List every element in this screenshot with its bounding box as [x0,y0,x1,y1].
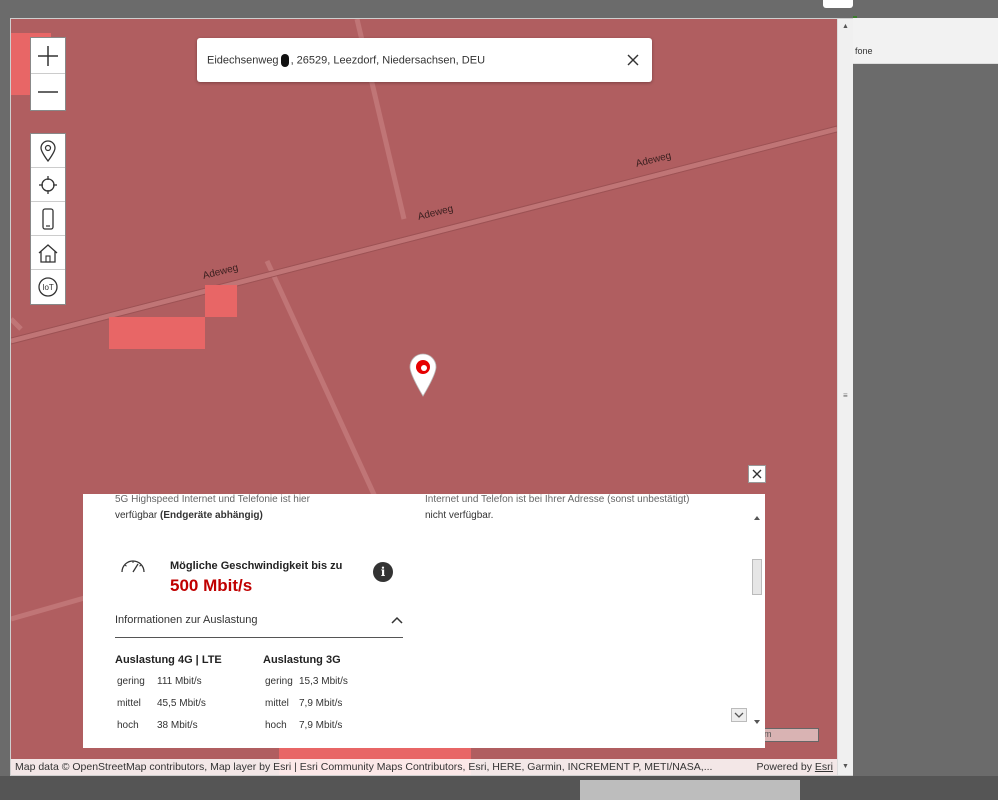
coverage-text-cutoff: 5G Highspeed Internet und Telefonie ist … [115,494,310,505]
load-3g-row: gering 15,3 Mbit/s [265,676,348,687]
minus-icon [38,91,58,93]
coverage-info-popup: 5G Highspeed Internet und Telefonie ist … [83,494,765,748]
load-4g-row: gering 111 Mbit/s [117,676,202,687]
load-3g-row: hoch 7,9 Mbit/s [265,720,343,731]
close-icon [752,469,762,479]
powered-by-label: Powered by [756,761,812,773]
background-page-strip: fone [853,18,998,64]
smartphone-icon [42,207,54,230]
mobile-button[interactable] [31,202,65,236]
device-dependency: (Endgeräte abhängig) [160,510,263,521]
scroll-down-icon [754,720,760,724]
background-button [823,0,853,8]
load-4g-row: hoch 38 Mbit/s [117,720,198,731]
coverage-text-cutoff: Internet und Telefon ist bei Ihrer Adres… [425,494,690,505]
locate-me-button[interactable] [31,168,65,202]
crosshair-icon [39,175,57,194]
home-button[interactable] [31,236,65,270]
iot-button[interactable]: IoT [31,270,65,304]
scroll-grip-icon[interactable]: ≡ [843,391,848,400]
scroll-down-icon[interactable]: ▼ [842,763,849,770]
popup-close-button[interactable] [748,465,766,483]
map-dialog: Adeweg Adeweg Adeweg IoT Eidechsenweg , … [10,18,853,776]
coverage-map[interactable]: Adeweg Adeweg Adeweg IoT Eidechsenweg , … [11,19,837,775]
dialog-scrollbar[interactable]: ▲ ≡ ▼ [837,19,853,775]
load-4g-row: mittel 45,5 Mbit/s [117,698,206,709]
address-street: Eidechsenweg [207,53,279,66]
availability-text: verfügbar [115,510,158,521]
speed-info: Mögliche Geschwindigkeit bis zu 500 Mbit… [120,552,405,598]
location-pin-icon [40,139,56,162]
popup-scroll-down-button[interactable] [731,708,747,722]
popup-scrollbar[interactable] [751,514,763,726]
background-page-bottom [0,776,998,800]
speedometer-icon [121,560,145,573]
iot-icon: IoT [38,277,58,297]
accordion-label: Informationen zur Auslastung [115,613,258,626]
svg-text:IoT: IoT [42,283,54,292]
speed-label: Mögliche Geschwindigkeit bis zu [170,560,343,572]
speed-value: 500 Mbit/s [170,576,253,595]
load-info-accordion[interactable]: Informationen zur Auslastung [115,602,403,638]
load-3g-row: mittel 7,9 Mbit/s [265,698,343,709]
info-icon[interactable]: i [373,562,393,582]
home-icon [38,243,58,263]
chevron-up-icon [391,616,403,624]
scroll-up-icon [754,516,760,520]
unavailable-text: nicht verfügbar. [425,510,494,521]
map-pin-icon [409,353,437,397]
plus-icon [38,45,58,66]
attribution-text: Map data © OpenStreetMap contributors, M… [15,761,713,773]
location-pin-button[interactable] [31,134,65,168]
chevron-down-icon [734,712,744,718]
close-icon [627,54,639,66]
map-tools: IoT [30,133,66,305]
zoom-controls [30,37,66,111]
redacted-house-number [280,53,289,67]
address-marker[interactable] [409,353,437,402]
popup-scroll-thumb[interactable] [752,559,762,595]
zoom-out-button[interactable] [31,74,65,110]
address-rest: , 26529, Leezdorf, Niedersachsen, DEU [290,53,486,66]
clear-search-button[interactable] [624,51,642,69]
zoom-in-button[interactable] [31,38,65,74]
address-search[interactable]: Eidechsenweg , 26529, Leezdorf, Niedersac… [197,38,652,82]
coverage-patch [205,285,237,317]
coverage-patch [109,317,205,349]
load-4g-title: Auslastung 4G | LTE [115,654,222,666]
background-label: fone [855,46,873,56]
load-3g-title: Auslastung 3G [263,654,341,666]
esri-link[interactable]: Esri [815,761,833,773]
map-attribution: Map data © OpenStreetMap contributors, M… [11,759,837,775]
scroll-up-icon[interactable]: ▲ [842,23,849,30]
